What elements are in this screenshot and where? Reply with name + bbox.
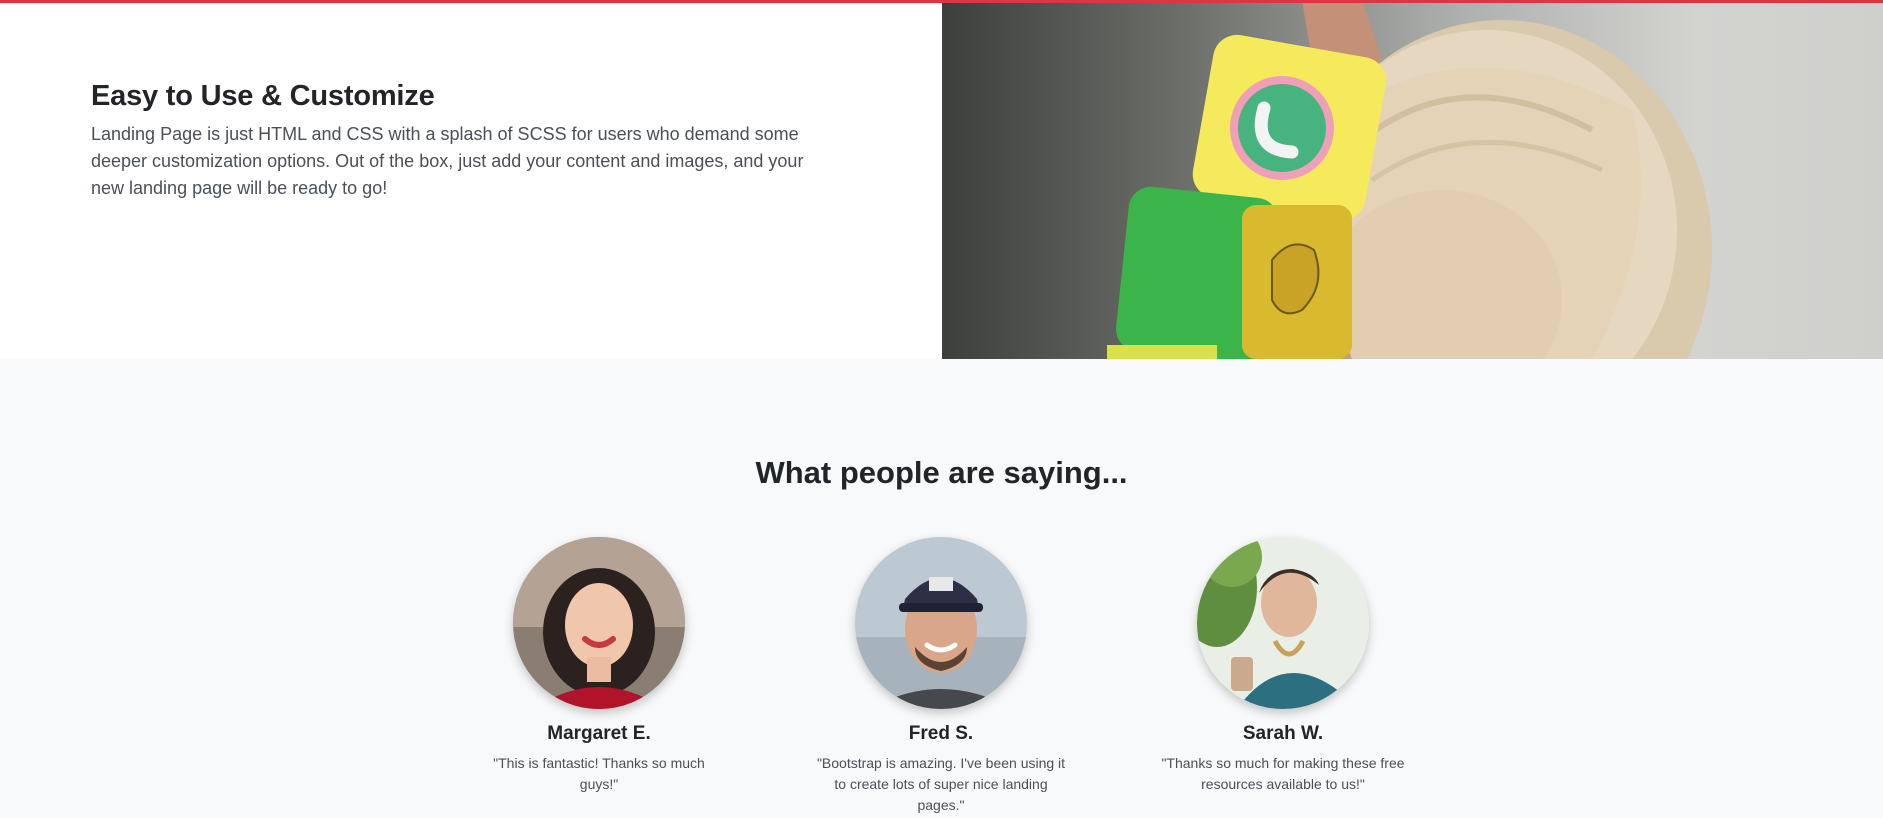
child-with-toy-blocks-image — [1107, 0, 1712, 359]
testimonial-quote: "Thanks so much for making these free re… — [1161, 755, 1405, 792]
testimonial-name: Sarah W. — [1242, 723, 1324, 744]
feature-showcase: Easy to Use & Customize Landing Page is … — [0, 0, 1883, 359]
testimonials-section: What people are saying... Margaret E. "T… — [0, 359, 1883, 818]
top-accent-bar — [0, 0, 1883, 3]
testimonial-card: Sarah W. "Thanks so much for making thes… — [1133, 537, 1433, 795]
avatar-image — [513, 537, 685, 709]
avatar — [855, 537, 1027, 709]
avatar — [513, 537, 685, 709]
avatar — [1197, 537, 1369, 709]
testimonial-card: Margaret E. "This is fantastic! Thanks s… — [449, 537, 749, 795]
showcase-text: Easy to Use & Customize Landing Page is … — [91, 80, 821, 202]
testimonial-name: Fred S. — [908, 723, 974, 744]
testimonial-quote: "Bootstrap is amazing. I've been using i… — [816, 755, 1066, 813]
testimonial-card: Fred S. "Bootstrap is amazing. I've been… — [791, 537, 1091, 816]
showcase-description: Landing Page is just HTML and CSS with a… — [91, 124, 804, 198]
testimonials-heading: What people are saying... — [755, 455, 1128, 490]
testimonial-name: Margaret E. — [547, 723, 651, 744]
showcase-image — [942, 0, 1883, 359]
showcase-title: Easy to Use & Customize — [91, 80, 435, 112]
avatar-image — [1197, 537, 1369, 709]
avatar-image — [855, 537, 1027, 709]
testimonial-quote: "This is fantastic! Thanks so much guys!… — [493, 755, 705, 792]
